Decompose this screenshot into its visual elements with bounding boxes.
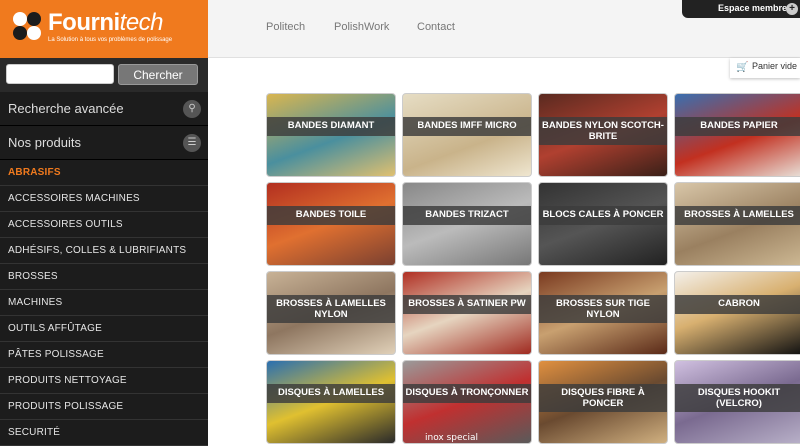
product-tile[interactable]: BLOCS CALES À PONCER xyxy=(538,182,668,266)
product-tile[interactable]: BANDES PAPIER xyxy=(674,93,800,177)
sidebar-item-accessoires-machines[interactable]: ACCESSOIRES MACHINES xyxy=(0,186,208,212)
search-input[interactable] xyxy=(6,64,114,84)
product-label: BROSSES À LAMELLES xyxy=(675,206,800,225)
logo-text: Fournitech xyxy=(48,9,164,36)
product-label: BROSSES SUR TIGE NYLON xyxy=(539,295,667,323)
product-tile[interactable]: BROSSES À LAMELLES xyxy=(674,182,800,266)
products-heading-label: Nos produits xyxy=(8,135,81,150)
cart-icon: 🛒 xyxy=(736,62,749,73)
product-label: DISQUES À LAMELLES xyxy=(267,384,395,403)
sidebar: Fournitech La Solution à tous vos problè… xyxy=(0,0,208,446)
advanced-search-link[interactable]: Recherche avancée ⚲ xyxy=(0,92,208,126)
sidebar-item-machines[interactable]: MACHINES xyxy=(0,290,208,316)
sidebar-item-securite[interactable]: SECURITÉ xyxy=(0,420,208,446)
top-navigation: Politech PolishWork Contact Espace membr… xyxy=(208,0,800,58)
sidebar-item-accessoires-outils[interactable]: ACCESSOIRES OUTILS xyxy=(0,212,208,238)
sidebar-item-produits-nettoyage[interactable]: PRODUITS NETTOYAGE xyxy=(0,368,208,394)
plus-icon: + xyxy=(786,3,798,15)
product-tile[interactable]: BANDES TRIZACT xyxy=(402,182,532,266)
product-label: DISQUES FIBRE À PONCER xyxy=(539,384,667,412)
nav-link-politech[interactable]: Politech xyxy=(266,21,305,33)
product-tile[interactable]: BROSSES À LAMELLES NYLON xyxy=(266,271,396,355)
product-label: BANDES TRIZACT xyxy=(403,206,531,225)
search-bar: Chercher xyxy=(0,58,208,92)
cart-widget[interactable]: 🛒 Panier vide xyxy=(730,58,800,78)
cart-label: Panier vide xyxy=(752,61,798,71)
logo-icon xyxy=(13,12,41,40)
product-label: BANDES DIAMANT xyxy=(267,117,395,136)
product-label: BROSSES À LAMELLES NYLON xyxy=(267,295,395,323)
product-label: BROSSES À SATINER PW xyxy=(403,295,531,314)
product-label: DISQUES HOOKIT (VELCRO) xyxy=(675,384,800,412)
product-label: BANDES NYLON SCOTCH-BRITE xyxy=(539,117,667,145)
logo[interactable]: Fournitech La Solution à tous vos problè… xyxy=(0,0,208,58)
product-tile[interactable]: DISQUES FIBRE À PONCER xyxy=(538,360,668,444)
product-label: BANDES PAPIER xyxy=(675,117,800,136)
member-area-label: Espace membres xyxy=(718,3,793,13)
product-image-text: inox special xyxy=(425,433,479,443)
product-label: BANDES TOILE xyxy=(267,206,395,225)
product-tile[interactable]: BROSSES SUR TIGE NYLON xyxy=(538,271,668,355)
product-tile[interactable]: DISQUES HOOKIT (VELCRO) xyxy=(674,360,800,444)
sidebar-item-abrasifs[interactable]: ABRASIFS xyxy=(0,160,208,186)
product-tile[interactable]: BANDES DIAMANT xyxy=(266,93,396,177)
nav-link-contact[interactable]: Contact xyxy=(417,21,455,33)
nav-link-polishwork[interactable]: PolishWork xyxy=(334,21,389,33)
sidebar-item-pates-polissage[interactable]: PÂTES POLISSAGE xyxy=(0,342,208,368)
logo-tagline: La Solution à tous vos problèmes de poli… xyxy=(48,37,173,43)
member-area-button[interactable]: Espace membres + xyxy=(682,0,800,18)
product-tile[interactable]: DISQUES À TRONÇONNER inox special xyxy=(402,360,532,444)
sidebar-item-produits-polissage[interactable]: PRODUITS POLISSAGE xyxy=(0,394,208,420)
search-button[interactable]: Chercher xyxy=(118,64,198,85)
product-tile[interactable]: DISQUES À LAMELLES xyxy=(266,360,396,444)
product-tile[interactable]: BROSSES À SATINER PW xyxy=(402,271,532,355)
category-menu: ABRASIFS ACCESSOIRES MACHINES ACCESSOIRE… xyxy=(0,160,208,446)
product-label: CABRON xyxy=(675,295,800,314)
product-label: DISQUES À TRONÇONNER xyxy=(403,384,531,403)
product-grid: BANDES DIAMANT BANDES IMFF MICRO BANDES … xyxy=(266,93,800,444)
product-label: BANDES IMFF MICRO xyxy=(403,117,531,136)
product-tile[interactable]: CABRON xyxy=(674,271,800,355)
sidebar-item-adhesifs[interactable]: ADHÉSIFS, COLLES & LUBRIFIANTS xyxy=(0,238,208,264)
product-tile[interactable]: BANDES TOILE xyxy=(266,182,396,266)
product-tile[interactable]: BANDES IMFF MICRO xyxy=(402,93,532,177)
product-label: BLOCS CALES À PONCER xyxy=(539,206,667,225)
sidebar-item-outils-affutage[interactable]: OUTILS AFFÛTAGE xyxy=(0,316,208,342)
product-tile[interactable]: BANDES NYLON SCOTCH-BRITE xyxy=(538,93,668,177)
list-icon: ☰ xyxy=(183,133,201,152)
advanced-search-label: Recherche avancée xyxy=(8,101,124,116)
sidebar-item-brosses[interactable]: BROSSES xyxy=(0,264,208,290)
products-heading[interactable]: Nos produits ☰ xyxy=(0,126,208,160)
search-icon: ⚲ xyxy=(183,99,201,118)
